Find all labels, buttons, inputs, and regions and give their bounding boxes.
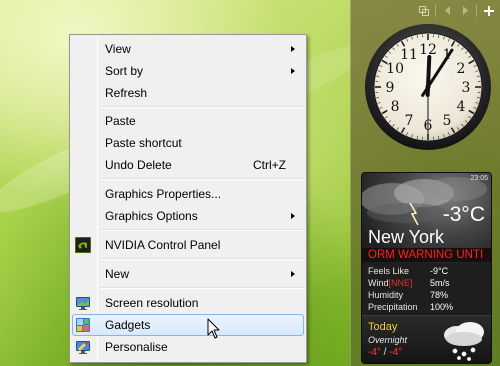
add-icon[interactable] — [481, 3, 496, 18]
forecast-day: Today — [368, 321, 398, 333]
monitor-icon — [75, 295, 91, 311]
menu-item-label: Graphics Properties... — [105, 187, 222, 201]
menu-item-refresh[interactable]: Refresh — [72, 82, 304, 104]
weather-label: Wind — [368, 278, 389, 288]
menu-item-nvidia-control-panel[interactable]: NVIDIA Control Panel — [72, 234, 304, 256]
clock-gadget[interactable]: 121234567891011 — [364, 23, 492, 151]
clock-numeral: 8 — [391, 99, 400, 115]
menu-item-paste-shortcut[interactable]: Paste shortcut — [72, 132, 304, 154]
menu-item-view[interactable]: View — [72, 38, 304, 60]
submenu-arrow-icon — [291, 271, 295, 277]
snow-cloud-icon — [444, 322, 484, 362]
desktop-context-menu: View Sort by Refresh Paste Paste shortcu… — [69, 34, 307, 363]
menu-item-gadgets[interactable]: Gadgets — [72, 314, 304, 336]
submenu-arrow-icon — [291, 46, 295, 52]
menu-item-paste[interactable]: Paste — [72, 110, 304, 132]
forecast-high: -4° — [368, 347, 381, 358]
menu-item-graphics-options[interactable]: Graphics Options — [72, 205, 304, 227]
clock-numeral: 9 — [386, 80, 395, 96]
menu-separator — [100, 229, 304, 231]
clock-numeral: 4 — [456, 99, 465, 115]
menu-item-sort-by[interactable]: Sort by — [72, 60, 304, 82]
weather-forecast: Today Overnight -4° / -4° — [362, 315, 491, 363]
menu-separator — [100, 287, 304, 289]
weather-label-wind: Wind[NNE] — [368, 278, 430, 288]
forecast-period: Overnight — [368, 335, 408, 345]
weather-header: 23:05 -3°C New York ORM WARNING UNTI — [362, 173, 491, 263]
weather-row-wind: Wind[NNE] 5m/s — [368, 278, 450, 288]
weather-details: Feels Like -9°C Wind[NNE] 5m/s Humidity … — [362, 263, 491, 315]
menu-item-label: Gadgets — [105, 318, 151, 332]
menu-item-screen-resolution[interactable]: Screen resolution — [72, 292, 304, 314]
sidebar-controls — [416, 3, 496, 18]
menu-item-label: View — [105, 42, 131, 56]
clock-numeral: 2 — [456, 61, 465, 77]
menu-item-new[interactable]: New — [72, 263, 304, 285]
menu-separator — [100, 106, 304, 108]
forecast-separator: / — [380, 347, 390, 358]
clock-center-pin — [425, 84, 431, 90]
menu-item-label: New — [105, 267, 130, 281]
menu-item-label: Paste — [105, 114, 136, 128]
weather-label: Feels Like — [368, 266, 410, 276]
menu-item-undo-delete[interactable]: Undo Delete Ctrl+Z — [72, 154, 304, 176]
clock-numeral: 3 — [462, 80, 471, 96]
weather-label: Precipitation — [368, 302, 418, 312]
menu-item-label: Screen resolution — [105, 296, 199, 310]
next-icon[interactable] — [457, 3, 472, 18]
weather-row-humidity: Humidity 78% — [368, 290, 448, 300]
menu-item-graphics-properties[interactable]: Graphics Properties... — [72, 183, 304, 205]
clock-numeral: 7 — [405, 113, 414, 129]
menu-item-personalise[interactable]: Personalise — [72, 336, 304, 358]
menu-item-label: Graphics Options — [105, 209, 198, 223]
forecast-low: -4° — [389, 347, 403, 358]
menu-item-label: NVIDIA Control Panel — [105, 238, 221, 252]
weather-row-feels-like: Feels Like -9°C — [368, 266, 448, 276]
sidebar-divider — [435, 4, 436, 17]
menu-item-label: Paste shortcut — [105, 136, 182, 150]
weather-row-precipitation: Precipitation 100% — [368, 302, 453, 312]
gadgets-icon — [75, 317, 91, 333]
submenu-arrow-icon — [291, 213, 295, 219]
weather-value: -9°C — [430, 266, 449, 276]
menu-item-shortcut: Ctrl+Z — [253, 158, 286, 172]
clock-numeral: 10 — [386, 61, 404, 77]
clock-numeral: 11 — [400, 47, 418, 63]
clock-numeral: 5 — [443, 113, 452, 129]
wind-direction: [NNE] — [388, 278, 413, 288]
submenu-arrow-icon — [291, 68, 295, 74]
sidebar-divider — [476, 4, 477, 17]
personalise-icon — [75, 339, 91, 355]
menu-separator — [100, 258, 304, 260]
previous-icon[interactable] — [440, 3, 455, 18]
weather-warning: ORM WARNING UNTI — [362, 248, 491, 262]
nvidia-icon — [74, 236, 92, 254]
weather-temperature: -3°C — [442, 203, 485, 226]
weather-value: 78% — [430, 290, 449, 300]
weather-gadget[interactable]: 23:05 -3°C New York ORM WARNING UNTI Fee… — [361, 172, 492, 364]
weather-time: 23:05 — [470, 175, 488, 182]
menu-item-label: Personalise — [105, 340, 168, 354]
forecast-temperature-range: -4° / -4° — [368, 347, 402, 358]
weather-value: 5m/s — [430, 278, 450, 288]
copy-icon[interactable] — [416, 3, 431, 18]
weather-city: New York — [368, 227, 445, 247]
weather-value: 100% — [430, 302, 454, 312]
mouse-pointer-icon — [207, 318, 220, 339]
menu-item-label: Refresh — [105, 86, 148, 100]
menu-item-label: Undo Delete — [105, 158, 172, 172]
weather-label: Humidity — [368, 290, 404, 300]
menu-separator — [100, 178, 304, 180]
menu-item-label: Sort by — [105, 64, 144, 78]
